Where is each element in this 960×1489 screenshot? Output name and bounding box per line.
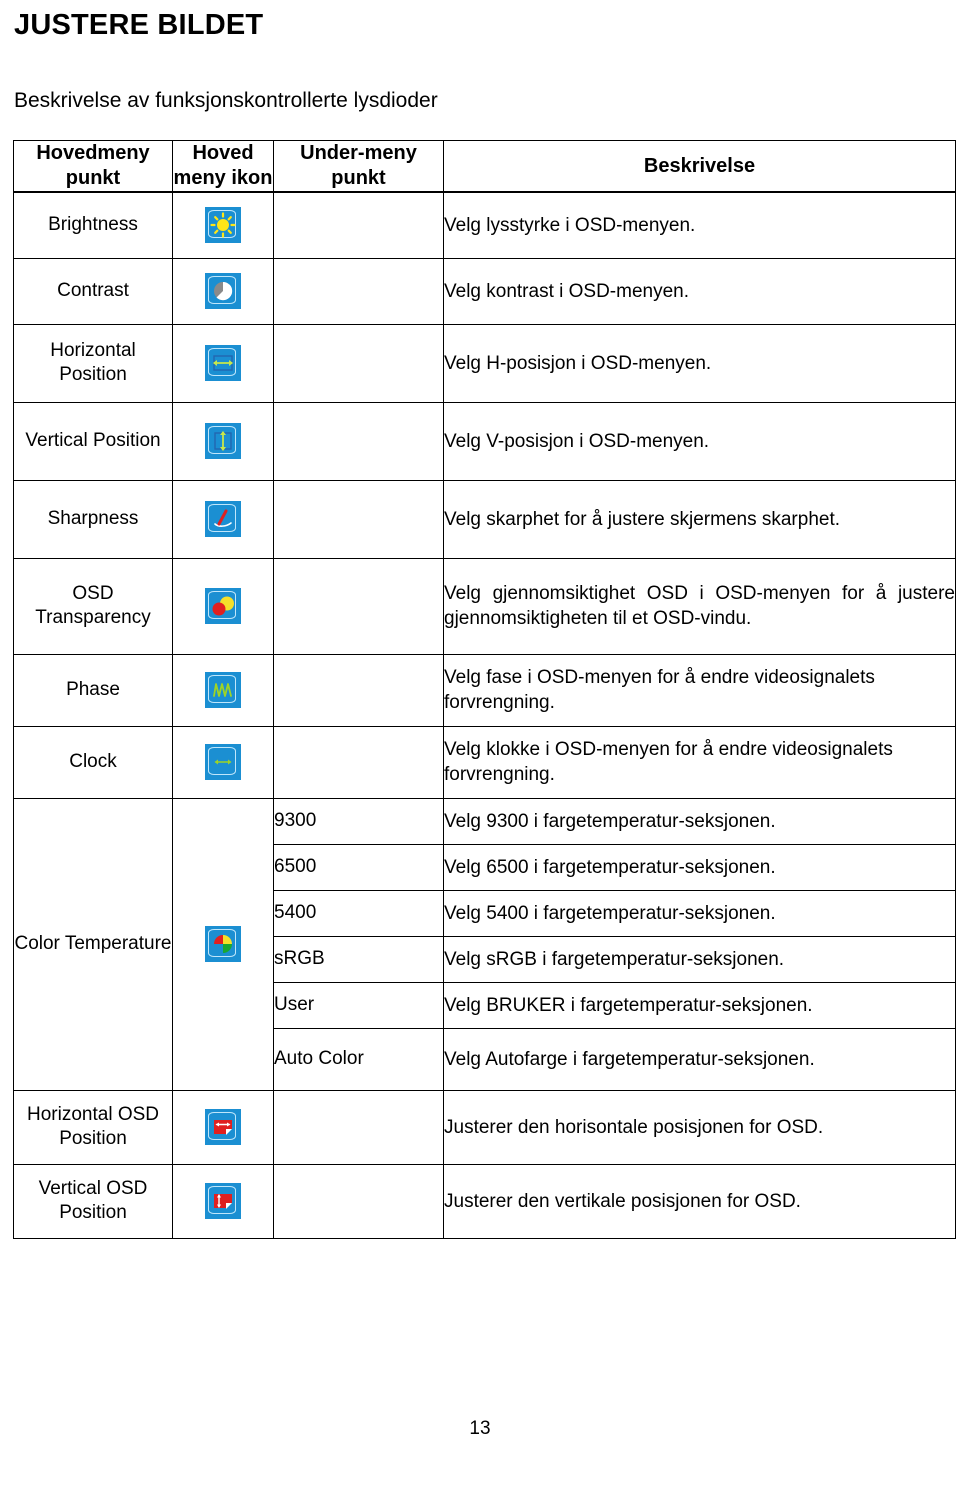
page-number: 13 bbox=[469, 1418, 491, 1439]
main-menu-item: Brightness bbox=[13, 191, 173, 259]
description: Justerer den horisontale posisjonen for … bbox=[443, 1089, 956, 1165]
table-row: Horizontal Position Velg H-posisjon i OS… bbox=[13, 323, 956, 403]
description: Velg gjennomsiktighet OSD i OSD-menyen f… bbox=[443, 557, 956, 655]
sub-menu-item bbox=[273, 191, 444, 259]
brightness-sun-icon bbox=[205, 207, 241, 244]
description: Velg 6500 i fargetemperatur-seksjonen. bbox=[443, 843, 956, 891]
phase-waveform-icon bbox=[205, 672, 241, 708]
description: Velg kontrast i OSD-menyen. bbox=[443, 257, 956, 325]
sub-menu-item: sRGB bbox=[273, 935, 444, 983]
description: Velg skarphet for å justere skjermens sk… bbox=[443, 479, 956, 559]
sub-menu-item bbox=[273, 1163, 444, 1239]
sub-menu-item: 9300 bbox=[273, 797, 444, 845]
main-menu-item: Vertical OSD Position bbox=[13, 1163, 173, 1239]
main-menu-icon-cell bbox=[172, 1089, 274, 1165]
table-row: Vertical OSD Position Justerer den verti… bbox=[13, 1163, 956, 1239]
main-menu-icon-cell bbox=[172, 1163, 274, 1239]
main-menu-icon-cell bbox=[172, 257, 274, 325]
main-menu-item: Horizontal OSD Position bbox=[13, 1089, 173, 1165]
main-menu-item: OSD Transparency bbox=[13, 557, 173, 655]
vertical-position-arrows-icon bbox=[205, 423, 241, 459]
color-temperature-wheel-icon bbox=[205, 926, 241, 962]
contrast-half-circle-icon bbox=[205, 273, 241, 309]
sub-menu-item bbox=[273, 479, 444, 559]
table-row: Color Temperature 9300 Velg 9300 i farge… bbox=[13, 797, 956, 1091]
main-menu-item: Sharpness bbox=[13, 479, 173, 559]
header-main-menu-icon: Hoved meny ikon bbox=[172, 140, 274, 193]
main-menu-item: Clock bbox=[13, 725, 173, 799]
document-page: JUSTERE BILDET Beskrivelse av funksjonsk… bbox=[0, 0, 960, 1489]
description: Velg Autofarge i fargetemperatur-seksjon… bbox=[443, 1027, 956, 1091]
main-menu-icon-cell bbox=[172, 653, 274, 727]
sub-menu-item bbox=[273, 401, 444, 481]
main-menu-item: Color Temperature bbox=[13, 797, 173, 1091]
sub-menu-item bbox=[273, 257, 444, 325]
description: Velg sRGB i fargetemperatur-seksjonen. bbox=[443, 935, 956, 983]
header-main-menu-item: Hovedmeny punkt bbox=[13, 140, 173, 193]
sub-menu-item bbox=[273, 725, 444, 799]
horizontal-position-arrows-icon bbox=[205, 345, 241, 381]
main-menu-icon-cell bbox=[172, 401, 274, 481]
sub-menu-item bbox=[273, 323, 444, 403]
table-row: Brightness Velg lysstyrke i OSD-menyen. bbox=[13, 191, 956, 259]
sub-menu-item: User bbox=[273, 981, 444, 1029]
description: Velg 9300 i fargetemperatur-seksjonen. bbox=[443, 797, 956, 845]
sub-menu-item: 5400 bbox=[273, 889, 444, 937]
osd-functions-table: Hovedmeny punkt Hoved meny ikon Under-me… bbox=[13, 140, 956, 1239]
main-menu-item: Contrast bbox=[13, 257, 173, 325]
sub-menu-item: Auto Color bbox=[273, 1027, 444, 1091]
main-menu-icon-cell bbox=[172, 557, 274, 655]
description: Velg H-posisjon i OSD-menyen. bbox=[443, 323, 956, 403]
page-title: JUSTERE BILDET bbox=[14, 9, 264, 41]
sub-menu-item bbox=[273, 1089, 444, 1165]
description: Justerer den vertikale posisjonen for OS… bbox=[443, 1163, 956, 1239]
table-row: Phase Velg fase i OSD-menyen for å endre… bbox=[13, 653, 956, 727]
horizontal-osd-position-icon bbox=[205, 1109, 241, 1145]
main-menu-icon-cell bbox=[172, 323, 274, 403]
sub-menu-item: 6500 bbox=[273, 843, 444, 891]
description: Velg 5400 i fargetemperatur-seksjonen. bbox=[443, 889, 956, 937]
vertical-osd-position-icon bbox=[205, 1183, 241, 1219]
main-menu-item: Vertical Position bbox=[13, 401, 173, 481]
sharpness-pencil-icon bbox=[205, 501, 241, 537]
sub-menu-item bbox=[273, 653, 444, 727]
description: Velg klokke i OSD-menyen for å endre vid… bbox=[443, 725, 956, 799]
header-sub-menu-item: Under-meny punkt bbox=[273, 140, 444, 193]
osd-transparency-circles-icon bbox=[205, 588, 241, 624]
page-subtitle: Beskrivelse av funksjonskontrollerte lys… bbox=[14, 89, 438, 112]
main-menu-icon-cell bbox=[172, 191, 274, 259]
main-menu-icon-cell bbox=[172, 797, 274, 1091]
table-row: Clock Velg klokke i OSD-menyen for å end… bbox=[13, 725, 956, 799]
description: Velg V-posisjon i OSD-menyen. bbox=[443, 401, 956, 481]
main-menu-item: Phase bbox=[13, 653, 173, 727]
description: Velg lysstyrke i OSD-menyen. bbox=[443, 191, 956, 259]
main-menu-item: Horizontal Position bbox=[13, 323, 173, 403]
table-row: OSD Transparency Velg gjennomsiktighet O… bbox=[13, 557, 956, 655]
description: Velg BRUKER i fargetemperatur-seksjonen. bbox=[443, 981, 956, 1029]
table-row: Contrast Velg kontrast i OSD-menyen. bbox=[13, 257, 956, 325]
sub-menu-item bbox=[273, 557, 444, 655]
header-description: Beskrivelse bbox=[443, 140, 956, 193]
table-row: Vertical Position Velg V-posisjon i OSD-… bbox=[13, 401, 956, 481]
main-menu-icon-cell bbox=[172, 725, 274, 799]
table-row: Sharpness Velg skarphet for å justere sk… bbox=[13, 479, 956, 559]
description: Velg fase i OSD-menyen for å endre video… bbox=[443, 653, 956, 727]
clock-arrows-icon bbox=[205, 744, 241, 780]
main-menu-icon-cell bbox=[172, 479, 274, 559]
table-row: Horizontal OSD Position Justerer den hor… bbox=[13, 1089, 956, 1165]
table-header-row: Hovedmeny punkt Hoved meny ikon Under-me… bbox=[13, 140, 956, 193]
